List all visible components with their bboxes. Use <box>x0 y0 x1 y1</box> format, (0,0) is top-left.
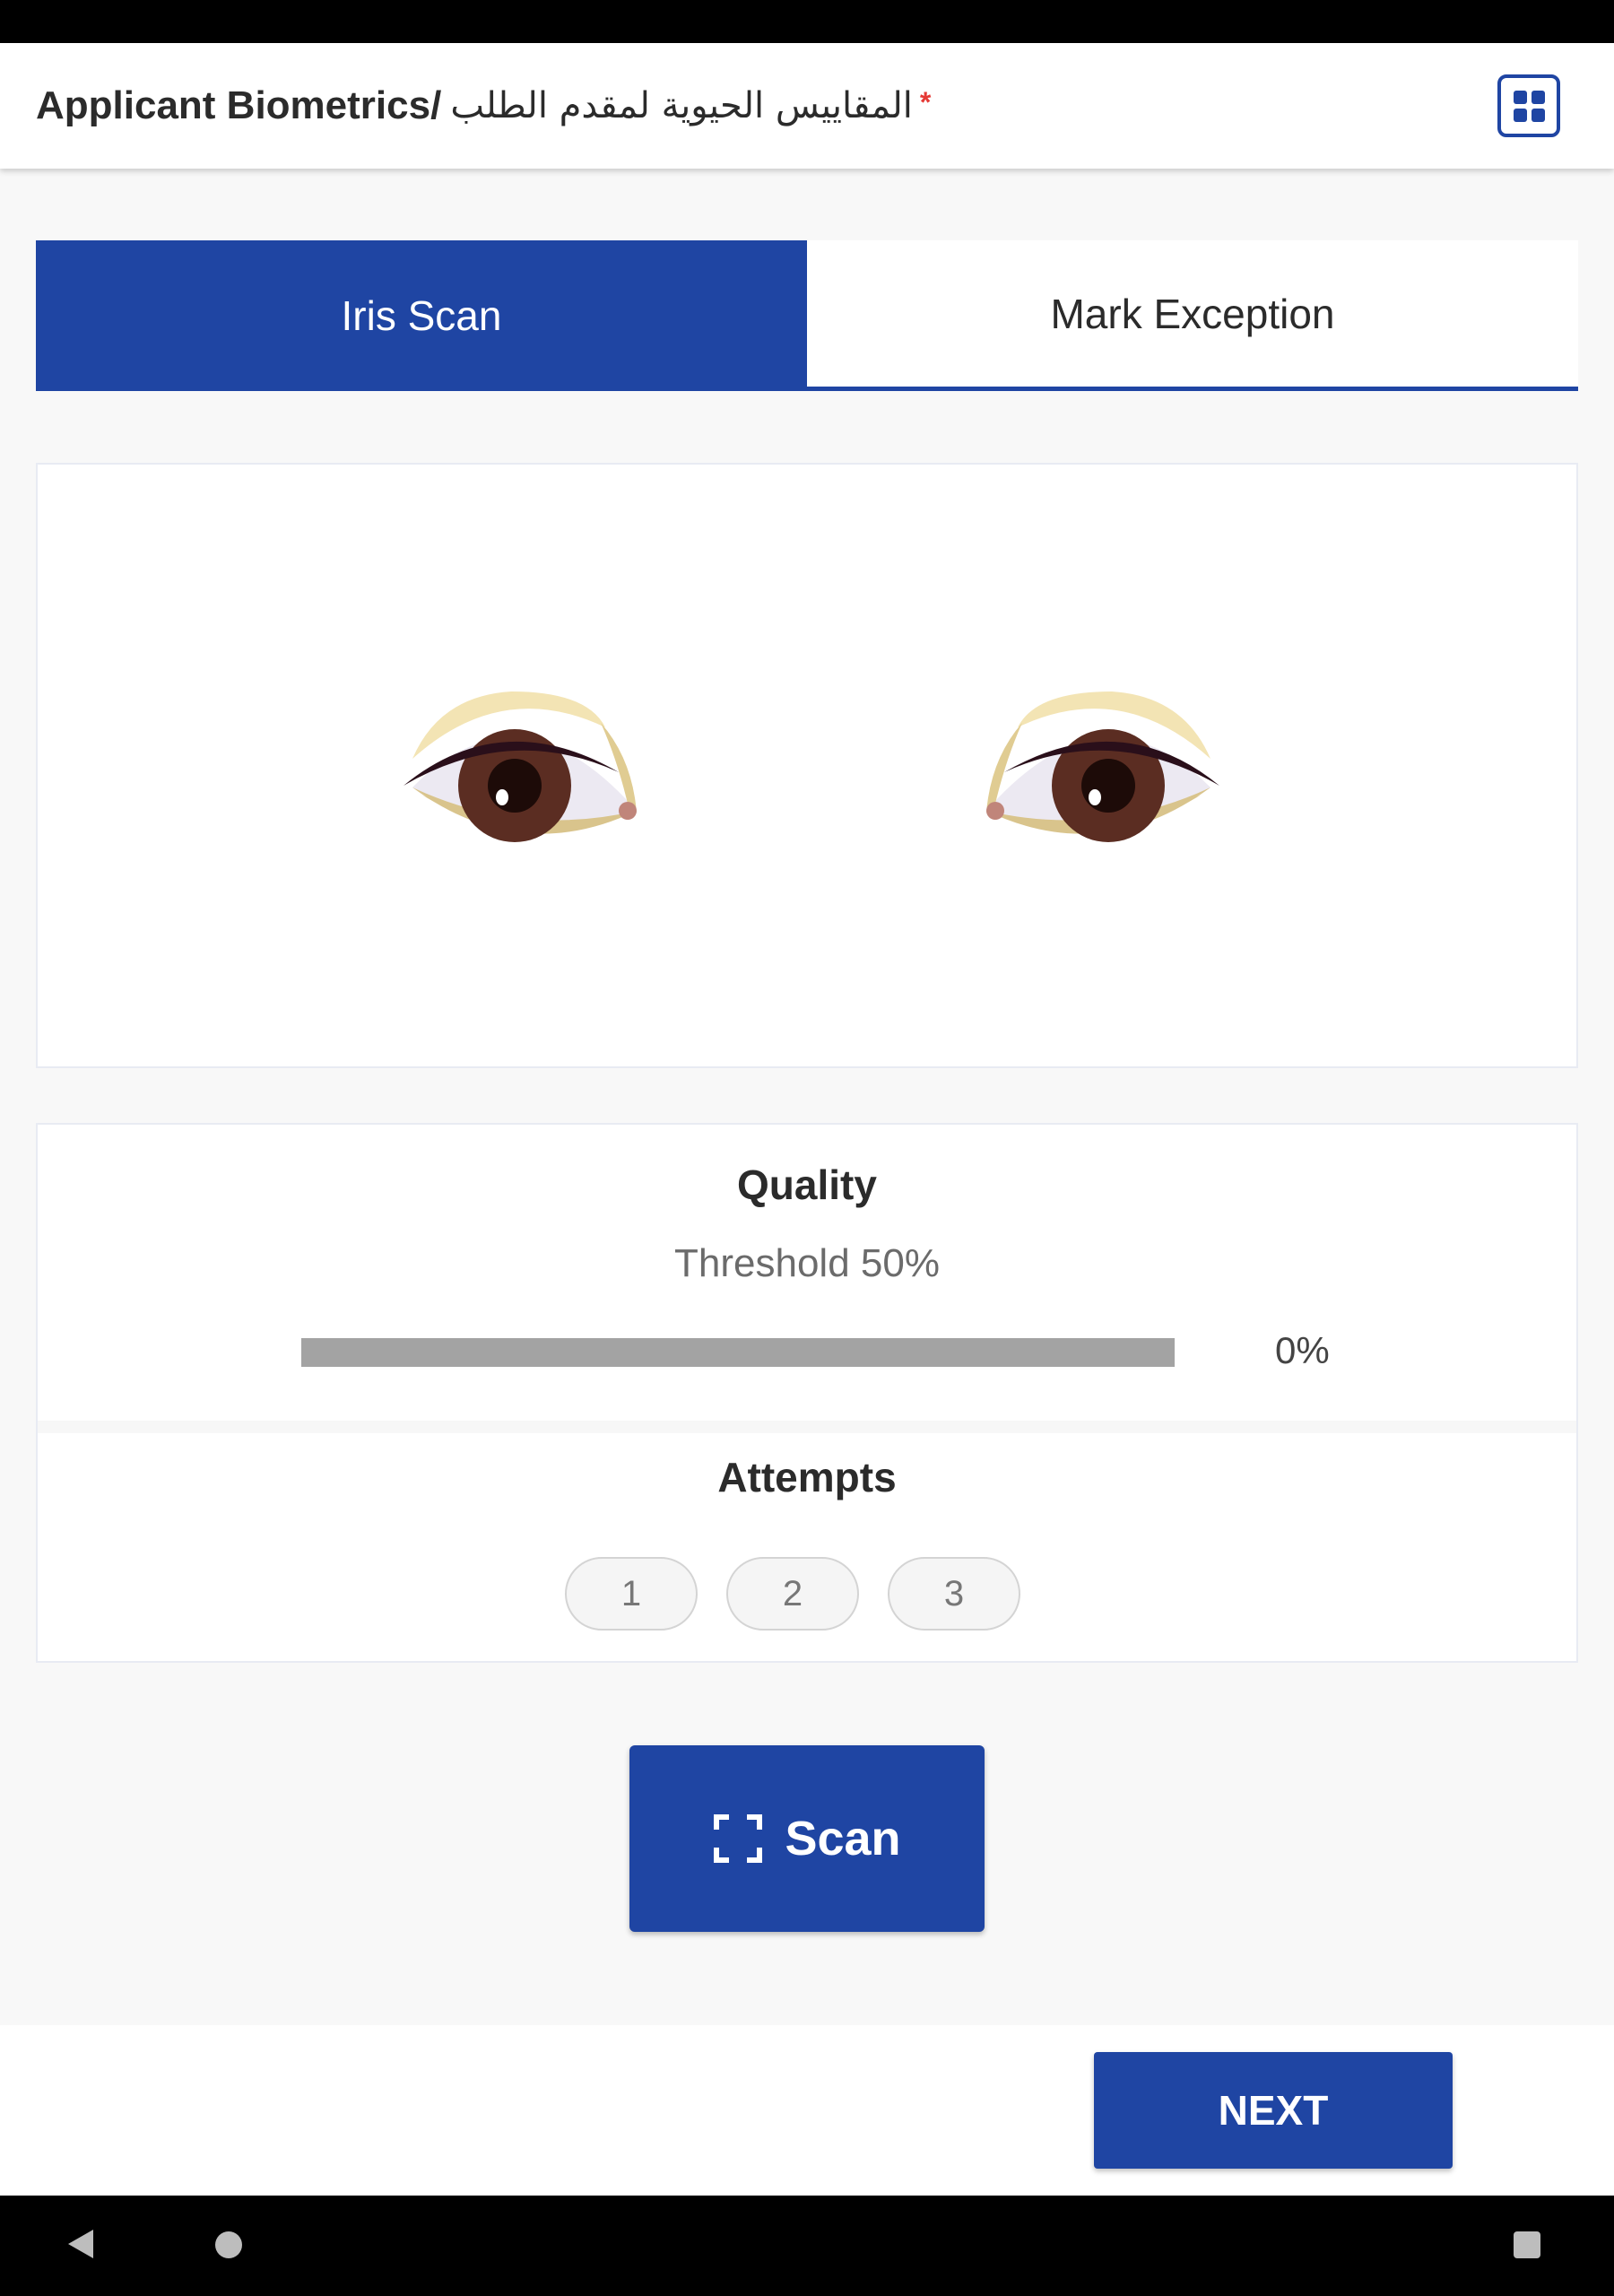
eye-left-icon <box>404 691 637 842</box>
grid-menu-button[interactable] <box>1497 74 1560 137</box>
attempt-3[interactable]: 3 <box>888 1557 1020 1631</box>
grid-icon <box>1513 90 1545 122</box>
eye-right-icon <box>986 691 1219 842</box>
attempts-list: 1 2 3 <box>565 1557 1049 1631</box>
status-bar <box>0 0 1614 43</box>
tab-bar: Iris Scan Mark Exception <box>36 240 1578 391</box>
back-icon[interactable] <box>68 2230 93 2258</box>
iris-preview-panel <box>36 463 1578 1068</box>
system-nav-bar <box>0 2196 1614 2296</box>
page-title: Applicant Biometrics/ المقاييس الحيوية ل… <box>36 43 931 169</box>
attempt-2[interactable]: 2 <box>726 1557 859 1631</box>
scan-button[interactable]: Scan <box>629 1745 985 1932</box>
page-title-arabic: المقاييس الحيوية لمقدم الطلب <box>450 85 913 126</box>
quality-title: Quality <box>737 1161 877 1208</box>
threshold-text: Threshold 50% <box>674 1241 940 1285</box>
required-marker: * <box>919 85 932 118</box>
quality-progress-bar <box>301 1338 1175 1367</box>
page-title-english: Applicant Biometrics/ <box>36 83 442 127</box>
quality-panel: Quality Threshold 50% 0% Attempts 1 2 3 <box>36 1123 1578 1663</box>
home-icon[interactable] <box>215 2231 242 2258</box>
quality-progress-value: 0% <box>1275 1329 1330 1371</box>
attempts-title: Attempts <box>717 1454 897 1500</box>
next-button[interactable]: NEXT <box>1094 2052 1453 2169</box>
scan-button-label: Scan <box>785 1812 901 1866</box>
tab-mark-exception[interactable]: Mark Exception <box>807 240 1578 391</box>
app-header: Applicant Biometrics/ المقاييس الحيوية ل… <box>0 43 1614 169</box>
attempt-1[interactable]: 1 <box>565 1557 698 1631</box>
scan-frame-icon <box>714 1814 763 1863</box>
recent-apps-icon[interactable] <box>1514 2231 1540 2258</box>
tab-iris-scan[interactable]: Iris Scan <box>36 240 807 391</box>
footer-bar: NEXT <box>0 2025 1614 2196</box>
section-divider <box>38 1421 1576 1433</box>
